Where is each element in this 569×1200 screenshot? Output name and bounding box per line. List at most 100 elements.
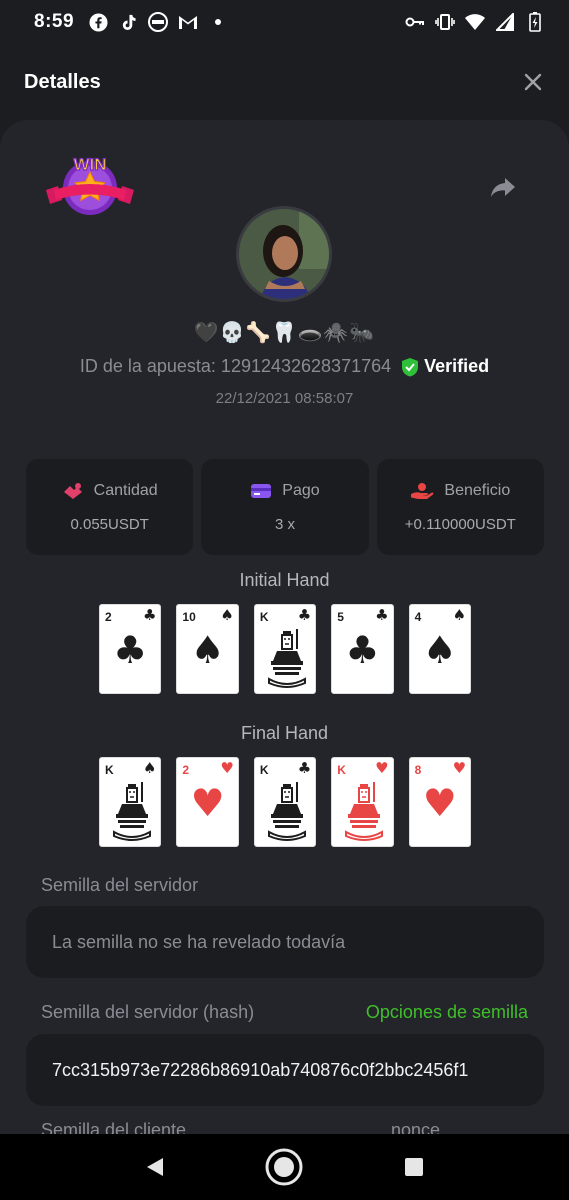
close-button[interactable] [521,70,545,94]
playing-card: 2 ♥ ♥ [176,757,239,847]
card-rank: 10 [182,610,196,624]
card-suit-icon: ♠ [142,759,157,777]
server-seed-field[interactable]: La semilla no se ha revelado todavía [26,906,544,978]
card-center-suit-icon: ♣ [113,628,148,672]
stat-amount: Cantidad 0.055USDT [26,459,194,555]
tiktok-icon [118,12,138,32]
app-root: 8:59 Detalles WIN 🖤💀🦴🦷🕳️🕷️🐜 ID de la apu… [0,0,569,1200]
card-suit-icon: ♥ [375,759,389,777]
stat-profit-label: Beneficio [444,481,511,499]
card-rank: 2 [182,763,190,777]
stats-row: Cantidad 0.055USDT Pago 3 x Beneficio +0… [26,459,544,555]
battery-charging-icon [525,12,545,32]
verified-shield-icon [402,357,419,376]
profit-hand-icon [411,482,434,499]
close-icon [524,73,542,91]
page-title: Detalles [24,70,101,93]
playing-card: 2 ♣ ♣ [99,604,162,694]
server-seed-value: La semilla no se ha revelado todavía [52,931,346,952]
signal-icon [495,12,515,32]
card-rank: K [259,610,269,624]
bet-id: ID de la apuesta: 12912432628371764 [79,356,392,376]
win-badge: WIN [44,150,136,222]
card-suit-icon: ♣ [142,606,157,624]
back-triangle-icon [146,1158,163,1176]
card-rank: 4 [414,610,422,624]
user-emoji-tagline: 🖤💀🦴🦷🕳️🕷️🐜 [193,320,376,344]
card-suit-icon: ♣ [297,606,312,624]
back-button[interactable] [135,1147,175,1187]
home-button[interactable] [264,1147,304,1187]
system-status-icons [405,12,545,32]
recents-square-icon [405,1158,424,1176]
win-badge-text: WIN [73,155,106,174]
king-figure-icon [267,625,307,689]
card-icon [251,483,272,498]
card-rank: 2 [105,610,112,624]
stat-amount-label: Cantidad [93,481,158,499]
playing-card: K ♥ [331,757,394,847]
server-seed-label: Semilla del servidor [41,875,199,895]
notification-icons [88,12,228,32]
wifi-icon [465,12,485,32]
card-suit-icon: ♣ [375,606,389,624]
avatar [236,206,332,302]
card-rank: 5 [337,610,344,624]
king-figure-icon [267,778,307,842]
card-center-suit-icon: ♠ [190,628,225,672]
status-time: 8:59 [34,11,75,32]
card-rank: 8 [414,763,422,777]
final-hand-title: Final Hand [240,723,329,743]
navigation-bar [0,1134,569,1200]
initial-hand-cards: 2 ♣ ♣ 10 ♠ ♠ K ♣ 5 ♣ ♣ 4 ♠ ♠ [99,604,472,694]
gmail-icon [178,12,198,32]
playing-card: 5 ♣ ♣ [331,604,394,694]
seed-options-link[interactable]: Opciones de semilla [366,1002,528,1023]
playing-card: K ♠ [99,757,162,847]
playing-card: K ♣ [253,757,317,847]
stat-amount-value: 0.055USDT [70,515,149,533]
card-center-suit-icon: ♥ [422,781,457,825]
playing-card: 10 ♠ ♠ [176,604,239,694]
verified-badge: Verified [401,356,489,377]
king-figure-icon [112,778,152,842]
stat-profit: Beneficio +0.110000USDT [376,459,544,555]
initial-hand-title: Initial Hand [239,570,330,590]
card-suit-icon: ♥ [452,759,467,777]
final-hand-cards: K ♠ 2 ♥ ♥ K ♣ K ♥ 8 ♥ ♥ [99,757,472,847]
share-arrow-icon [491,178,515,197]
card-suit-icon: ♣ [297,759,312,777]
server-seed-hash-label: Semilla del servidor (hash) [41,1002,255,1022]
vibrate-icon [435,12,455,32]
vpn-key-icon [405,12,425,32]
card-center-suit-icon: ♥ [190,781,225,825]
playing-card: K ♣ [253,604,317,694]
facebook-icon [88,12,108,32]
verified-label: Verified [424,356,490,376]
app-badge-icon [148,12,169,32]
more-notifications-dot-icon [208,12,228,32]
card-suit-icon: ♠ [220,606,234,624]
card-center-suit-icon: ♣ [345,628,380,672]
coins-icon [63,482,82,499]
header: Detalles [0,44,569,120]
card-rank: K [337,763,346,777]
stat-payout-value: 3 x [274,515,295,533]
home-circle-icon [265,1148,303,1186]
bet-id-line: ID de la apuesta: 12912432628371764 Veri… [0,356,569,377]
bet-date: 22/12/2021 08:58:07 [215,390,354,407]
stat-payout: Pago 3 x [201,459,369,555]
stat-payout-label: Pago [282,481,320,499]
card-suit-icon: ♠ [452,606,467,624]
recents-button[interactable] [394,1147,434,1187]
bet-details-card: WIN 🖤💀🦴🦷🕳️🕷️🐜 ID de la apuesta: 12912432… [0,120,569,1200]
playing-card: 8 ♥ ♥ [408,757,472,847]
status-bar: 8:59 [0,0,569,44]
server-seed-hash-field[interactable]: 7cc315b973e72286b86910ab740876c0f2bbc245… [26,1034,544,1106]
card-suit-icon: ♥ [220,759,234,777]
card-rank: K [105,763,114,777]
share-button[interactable] [488,172,518,202]
king-figure-icon [344,778,384,842]
card-rank: K [259,763,269,777]
card-center-suit-icon: ♠ [422,628,457,672]
